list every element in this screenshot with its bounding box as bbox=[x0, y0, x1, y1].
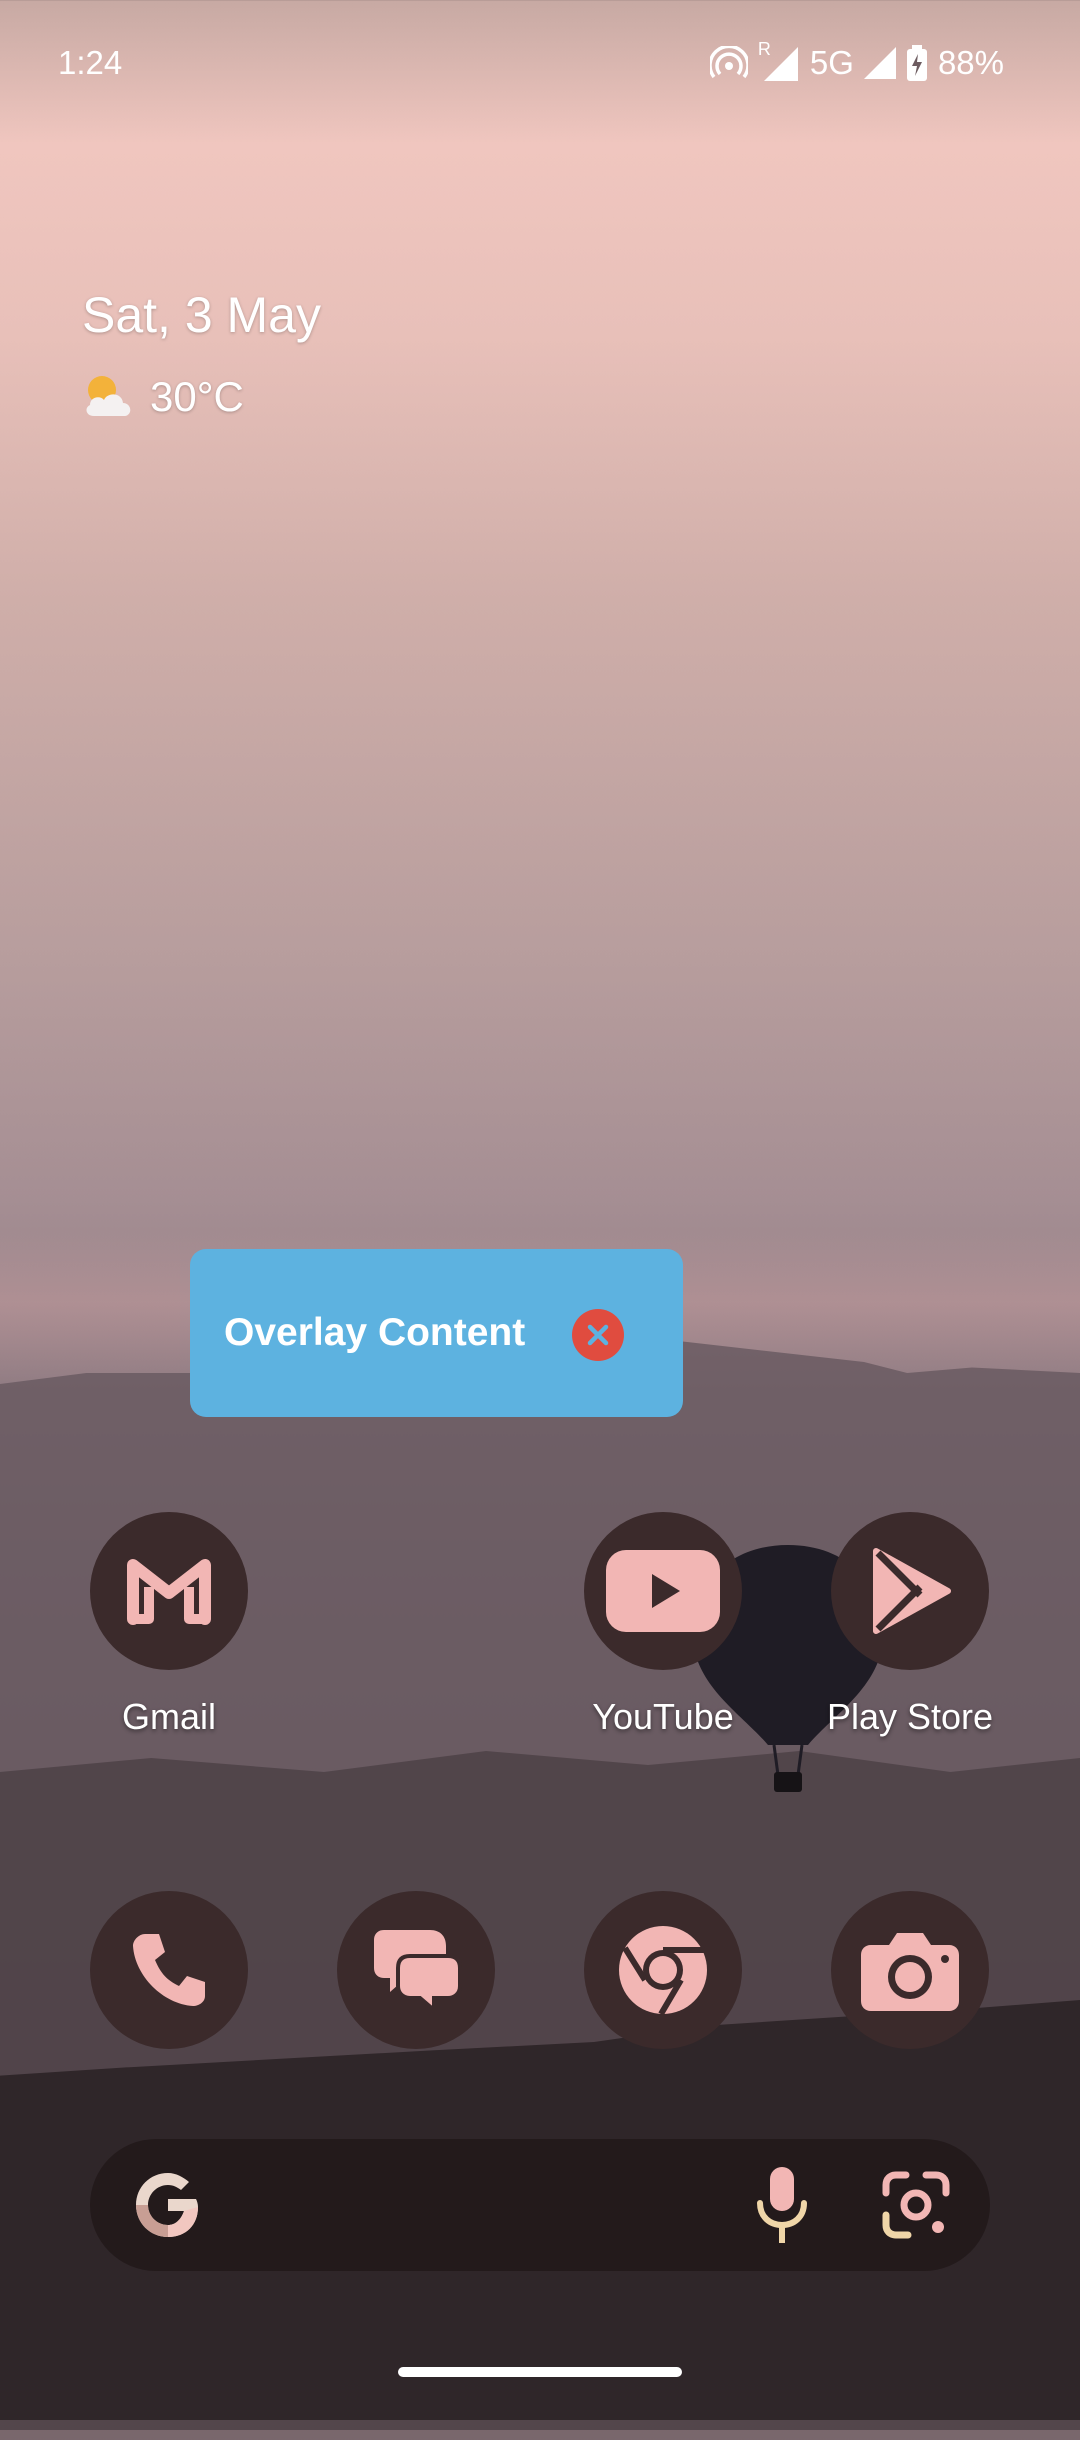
phone-icon bbox=[133, 1934, 205, 2006]
network-type: 5G bbox=[809, 44, 854, 81]
battery-charging-icon bbox=[906, 45, 927, 81]
youtube-icon bbox=[606, 1550, 720, 1632]
chrome-icon bbox=[619, 1926, 707, 2016]
weather-widget[interactable]: 30°C bbox=[80, 372, 244, 422]
close-icon bbox=[587, 1324, 609, 1346]
app-label-gmail: Gmail bbox=[121, 1696, 216, 1737]
overlay-close-button[interactable] bbox=[572, 1309, 624, 1361]
signal-icon-1 bbox=[763, 47, 798, 81]
messages-icon bbox=[374, 1930, 462, 2014]
mic-icon[interactable] bbox=[754, 2167, 810, 2247]
status-time: 1:24 bbox=[58, 44, 123, 81]
overlay-panel[interactable]: Overlay Content bbox=[190, 1249, 683, 1417]
signal-icon-2 bbox=[863, 47, 896, 79]
dock-chrome[interactable] bbox=[558, 1891, 768, 2049]
dock-camera[interactable] bbox=[805, 1891, 1015, 2049]
dock-messages[interactable] bbox=[311, 1891, 521, 2049]
google-search-bar[interactable] bbox=[90, 2139, 990, 2271]
google-g-icon bbox=[136, 2173, 198, 2237]
camera-icon bbox=[861, 1933, 959, 2011]
app-gmail[interactable]: Gmail bbox=[64, 1512, 274, 1738]
app-play-store[interactable]: Play Store bbox=[805, 1512, 1015, 1738]
app-label-youtube: YouTube bbox=[592, 1696, 734, 1737]
app-label-play-store: Play Store bbox=[826, 1696, 994, 1737]
play-store-icon bbox=[873, 1548, 951, 1634]
status-bar: 1:24 R 5G 88% bbox=[0, 0, 1080, 130]
lens-icon[interactable] bbox=[880, 2169, 952, 2241]
date-text[interactable]: Sat, 3 May bbox=[82, 286, 321, 344]
gmail-icon bbox=[127, 1559, 211, 1625]
temperature-text: 30°C bbox=[150, 373, 244, 420]
gesture-navigation-bar[interactable] bbox=[398, 2367, 682, 2377]
hotspot-icon bbox=[709, 46, 748, 79]
dock-phone[interactable] bbox=[64, 1891, 274, 2049]
battery-percent: 88% bbox=[937, 44, 1004, 81]
overlay-label: Overlay Content bbox=[224, 1311, 526, 1354]
app-youtube[interactable]: YouTube bbox=[558, 1512, 768, 1738]
partly-cloudy-icon bbox=[86, 376, 131, 416]
